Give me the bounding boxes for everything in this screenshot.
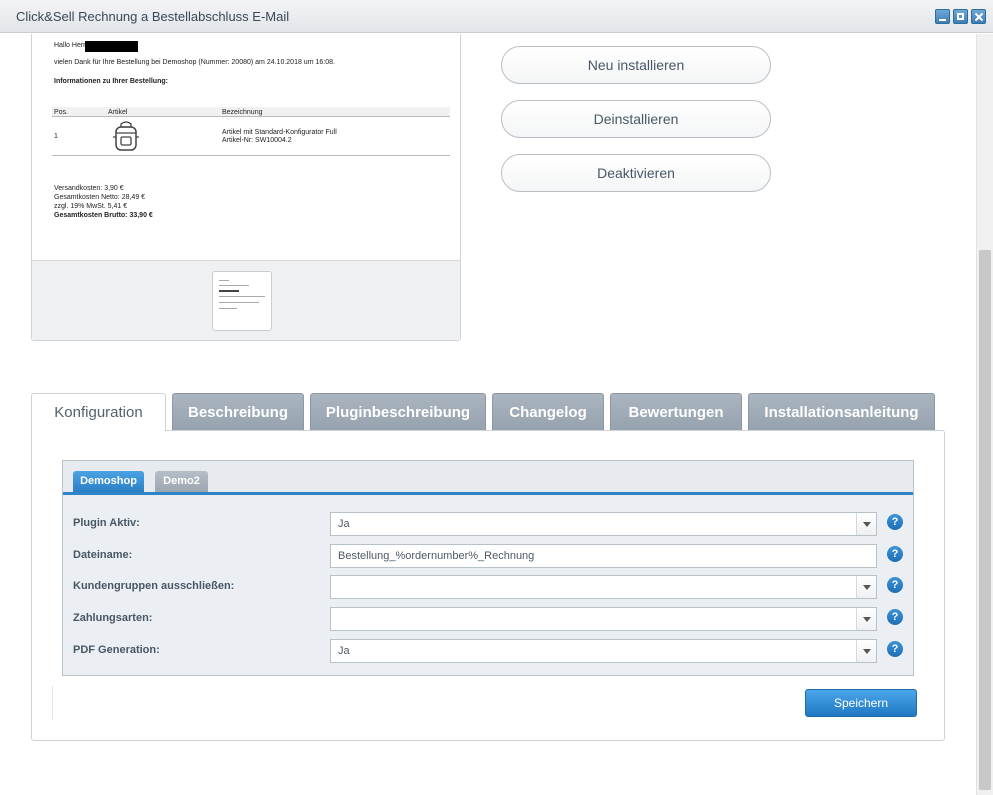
tab-demo2[interactable]: Demo2 [155,471,208,492]
tab-installation-guide[interactable]: Installationsanleitung [748,393,935,430]
divider [52,686,53,720]
close-icon[interactable] [971,9,986,24]
preview-panel: Hallo Herr vielen Dank für Ihre Bestellu… [31,34,461,341]
preview-col-article: Artikel [108,109,128,116]
tab-plugin-description[interactable]: Pluginbeschreibung [310,393,486,430]
plugin-active-value: Ja [338,518,350,530]
preview-greeting: Hallo Herr [54,42,86,49]
help-icon[interactable]: ? [887,641,903,657]
redacted-name [85,41,138,52]
preview-col-desc: Bezeichnung [222,109,263,116]
help-icon[interactable]: ? [887,577,903,593]
preview-thumbnail[interactable] [212,271,272,331]
plugin-active-label: Plugin Aktiv: [73,517,140,529]
tab-changelog[interactable]: Changelog [492,393,604,430]
preview-row-desc2: Artikel-Nr: SW10004.2 [222,137,292,144]
shop-tabbar: Demoshop Demo2 [63,461,913,495]
chevron-down-icon[interactable] [856,513,876,535]
preview-gross: Gesamtkosten Brutto: 33,90 € [54,212,153,219]
chevron-down-icon[interactable] [856,640,876,662]
chevron-down-icon[interactable] [856,608,876,630]
shop-config-form: Demoshop Demo2 Plugin Aktiv: Ja ? Datein… [62,460,914,676]
preview-shipping: Versandkosten: 3,90 € [54,185,124,192]
tab-ratings[interactable]: Bewertungen [610,393,742,430]
reinstall-button[interactable]: Neu installieren [501,46,771,84]
window-title: Click&Sell Rechnung a Bestellabschluss E… [16,9,290,24]
preview-row-pos: 1 [54,133,58,140]
save-button[interactable]: Speichern [805,689,917,717]
vertical-scrollbar[interactable] [976,34,993,795]
help-icon[interactable]: ? [887,514,903,530]
preview-thumbnail-strip [32,260,460,340]
uninstall-button[interactable]: Deinstallieren [501,100,771,138]
preview-vat: zzgl. 19% MwSt. 5,41 € [54,203,128,210]
plugin-active-select[interactable]: Ja [330,512,877,536]
scrollbar-thumb[interactable] [979,250,991,790]
preview-row-desc1: Artikel mit Standard-Konfigurator Full [222,129,337,136]
preview-info-heading: Informationen zu Ihrer Bestellung: [54,78,168,85]
invoice-preview: Hallo Herr vielen Dank für Ihre Bestellu… [32,34,460,260]
customer-groups-label: Kundengruppen ausschließen: [73,580,235,592]
pdf-generation-value: Ja [338,645,350,657]
pdf-generation-select[interactable]: Ja [330,639,877,663]
preview-net: Gesamtkosten Netto: 28,49 € [54,194,146,201]
maximize-icon[interactable] [953,9,968,24]
filename-label: Dateiname: [73,549,133,561]
minimize-icon[interactable] [935,9,950,24]
pdf-generation-label: PDF Generation: [73,644,160,656]
tab-demoshop[interactable]: Demoshop [73,471,144,492]
preview-table-divider [52,155,450,156]
chevron-down-icon[interactable] [856,576,876,598]
tab-configuration[interactable]: Konfiguration [31,393,166,431]
tab-description[interactable]: Beschreibung [172,393,304,430]
filename-input[interactable]: Bestellung_%ordernumber%_Rechnung [330,544,877,568]
deactivate-button[interactable]: Deaktivieren [501,154,771,192]
preview-thanks: vielen Dank für Ihre Bestellung bei Demo… [54,59,335,66]
help-icon[interactable]: ? [887,609,903,625]
window-titlebar: Click&Sell Rechnung a Bestellabschluss E… [0,0,993,33]
preview-col-pos: Pos. [54,109,69,116]
customer-groups-select[interactable] [330,575,877,599]
backpack-icon [113,121,139,151]
help-icon[interactable]: ? [887,546,903,562]
payment-methods-label: Zahlungsarten: [73,612,153,624]
payment-methods-select[interactable] [330,607,877,631]
